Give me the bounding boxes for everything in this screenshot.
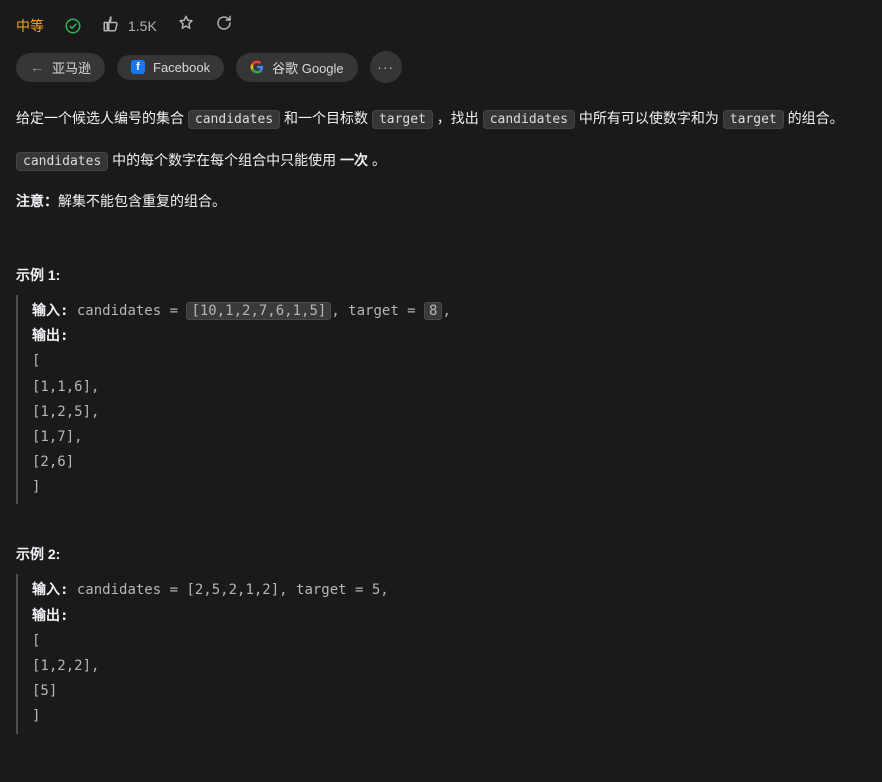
example-2-label: 示例 2: [16,544,866,564]
example-1-block: 输入: candidates = [10,1,2,7,6,1,5], targe… [16,295,866,505]
ellipsis-icon: ··· [377,59,394,75]
example-output: [ [1,2,2], [5] ] [32,633,99,725]
company-tag-row: ← 亚马逊 f Facebook 谷歌 Google ··· [16,51,866,83]
desc-para-3: 注意：解集不能包含重复的组合。 [16,188,866,215]
solved-check-icon [64,17,82,35]
desc-para-1: 给定一个候选人编号的集合 candidates 和一个目标数 target ，找… [16,105,866,133]
code-candidates: candidates [188,110,280,129]
code-target: target [372,110,433,129]
input-label: 输入: [32,303,68,319]
company-tag-label: 亚马逊 [52,58,91,77]
google-icon [250,60,264,74]
company-tag-google[interactable]: 谷歌 Google [236,53,358,82]
amazon-icon: ← [30,60,44,74]
example-input-highlight: 8 [424,302,442,320]
company-tag-facebook[interactable]: f Facebook [117,55,224,80]
star-icon [177,14,195,37]
company-tag-amazon[interactable]: ← 亚马逊 [16,53,105,82]
thumbs-up-icon [102,15,120,36]
like-count: 1.5K [128,18,157,34]
output-label: 输出: [32,328,68,344]
code-candidates: candidates [16,152,108,171]
difficulty-label: 中等 [16,16,44,36]
like-button[interactable]: 1.5K [102,15,157,36]
company-tag-label: Facebook [153,60,210,75]
refresh-icon [215,14,233,37]
favorite-button[interactable] [177,14,195,37]
code-target: target [723,110,784,129]
example-input-highlight: [10,1,2,7,6,1,5] [186,302,331,320]
example-2-block: 输入: candidates = [2,5,2,1,2], target = 5… [16,574,866,733]
example-1-label: 示例 1: [16,265,866,285]
refresh-button[interactable] [215,14,233,37]
output-label: 输出: [32,608,68,624]
input-label: 输入: [32,582,68,598]
company-tag-label: 谷歌 Google [272,58,344,77]
example-output: [ [1,1,6], [1,2,5], [1,7], [2,6] ] [32,353,99,495]
more-companies-button[interactable]: ··· [370,51,402,83]
facebook-icon: f [131,60,145,74]
problem-description: 给定一个候选人编号的集合 candidates 和一个目标数 target ，找… [16,105,866,215]
desc-para-2: candidates 中的每个数字在每个组合中只能使用 一次 。 [16,147,866,175]
code-candidates: candidates [483,110,575,129]
problem-top-bar: 中等 1.5K [16,14,866,37]
